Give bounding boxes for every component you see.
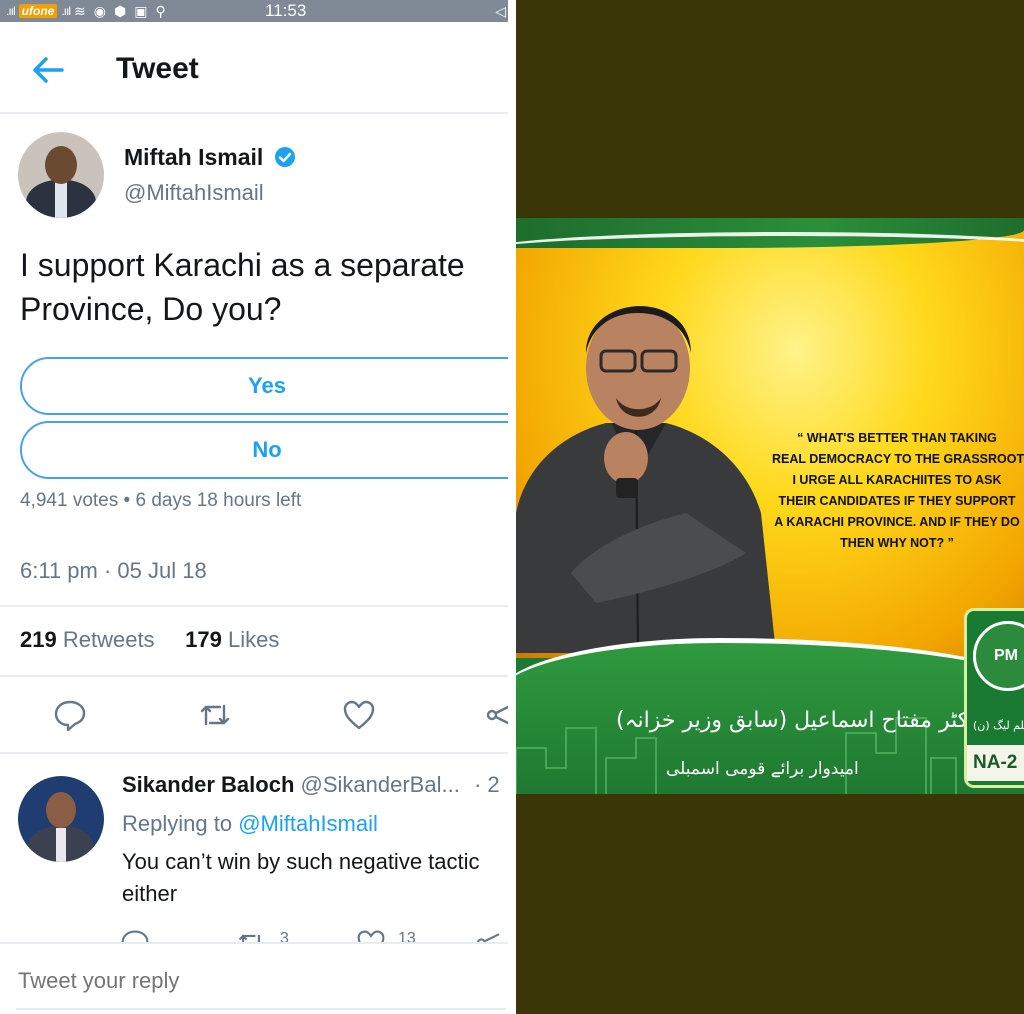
author-name[interactable]: Miftah Ismail <box>124 144 263 171</box>
reply-icon[interactable] <box>120 928 150 943</box>
likes-label[interactable]: Likes <box>228 627 279 652</box>
reply-text: You can’t win by such negative tactic ei… <box>122 846 480 910</box>
quote-line: I URGE ALL KARACHIITES TO ASK <box>792 473 1002 487</box>
tweet-screen: .ııl ufone .ııl ≋ ◉ ⬢ ▣ ⚲ 11:53 ◁ Tweet … <box>0 0 508 1014</box>
share-icon[interactable] <box>476 928 506 943</box>
retweets-label[interactable]: Retweets <box>63 627 155 652</box>
author-avatar[interactable] <box>18 132 104 218</box>
quote-line: A KARACHI PROVINCE. AND IF THEY DO <box>774 515 1020 529</box>
signal-icon: .ııl <box>6 4 16 18</box>
like-icon[interactable] <box>356 928 386 943</box>
candidate-name-urdu: (سابق وزیر خزانہ) ڈاکٹر مفتاح اسماعیل <box>616 708 985 733</box>
page-title: Tweet <box>116 52 199 85</box>
retweet-icon[interactable] <box>236 928 266 943</box>
verified-icon <box>275 147 295 167</box>
reply-author[interactable]: Sikander Baloch @SikanderBal... · 2 <box>122 772 500 798</box>
tweet-text-line1: I support Karachi as a separate <box>20 247 465 283</box>
constituency-label: NA-2 <box>967 745 1024 781</box>
reply-input[interactable] <box>18 968 488 994</box>
candidate-title-urdu: امیدوار برائے قومی اسمبلی <box>666 759 859 779</box>
reply-input-underline <box>16 1008 506 1010</box>
quote-line: “ WHAT'S BETTER THAN TAKING <box>797 431 997 445</box>
header: Tweet <box>0 22 508 114</box>
tweet-text-line2: Province, Do you? <box>20 291 282 327</box>
poll-meta: 4,941 votes • 6 days 18 hours left <box>20 490 301 512</box>
like-icon[interactable] <box>342 698 376 732</box>
replying-to: Replying to @MiftahIsmail <box>122 811 378 837</box>
reply-icon[interactable] <box>53 698 87 732</box>
signal-icon-2: .ııl <box>61 4 71 18</box>
reply-text-line2: either <box>122 881 178 906</box>
reply-action-bar: 3 13 <box>0 925 508 943</box>
retweet-icon[interactable] <box>198 698 232 732</box>
poll-dot: • <box>123 490 136 511</box>
status-bar: .ııl ufone .ııl ≋ ◉ ⬢ ▣ ⚲ 11:53 ◁ <box>0 0 508 22</box>
campaign-poster: “ WHAT'S BETTER THAN TAKING REAL DEMOCRA… <box>516 218 1024 794</box>
image-divider <box>508 0 516 1014</box>
reply-text-line1: You can’t win by such negative tactic <box>122 849 480 874</box>
likes-count[interactable]: 179 <box>185 627 222 652</box>
divider <box>0 675 508 677</box>
tweet-stats: 219 Retweets 179 Likes <box>20 627 279 653</box>
tweet-timestamp: 6:11 pm · 05 Jul 18 <box>20 558 207 583</box>
party-name-urdu: مسلم لیگ (ن) <box>973 719 1024 732</box>
reply-author-handle[interactable]: @SikanderBal... <box>301 772 460 797</box>
poster-panel: “ WHAT'S BETTER THAN TAKING REAL DEMOCRA… <box>516 0 1024 1014</box>
poll-time-left: 6 days 18 hours left <box>135 490 302 511</box>
party-logo: PM <box>973 621 1024 691</box>
replying-to-link[interactable]: @MiftahIsmail <box>238 811 378 836</box>
chrome-icon: ◉ <box>93 2 106 19</box>
poll-option-yes[interactable]: Yes <box>20 357 508 415</box>
reply-avatar[interactable] <box>18 776 104 862</box>
quote-line: THEN WHY NOT? ” <box>840 536 954 550</box>
quote-line: REAL DEMOCRACY TO THE GRASSROOTS <box>772 452 1024 466</box>
poster-quote: “ WHAT'S BETTER THAN TAKING REAL DEMOCRA… <box>772 428 1024 554</box>
replying-prefix: Replying to <box>122 811 233 836</box>
status-time: 11:53 <box>265 1 307 20</box>
wifi-icon: ≋ <box>74 2 86 19</box>
carrier-label: ufone <box>18 4 58 18</box>
person-icon: ⚲ <box>155 2 166 19</box>
share-icon[interactable] <box>486 698 508 732</box>
shield-icon: ⬢ <box>113 2 127 19</box>
poll-option-no[interactable]: No <box>20 421 508 479</box>
divider <box>0 605 508 607</box>
reply-composer <box>0 942 508 1014</box>
candidate-photo <box>516 306 776 653</box>
retweets-count[interactable]: 219 <box>20 627 57 652</box>
poll-votes: 4,941 votes <box>20 490 119 511</box>
party-emblem: PM مسلم لیگ (ن) NA-2 <box>964 608 1024 788</box>
reply-author-name[interactable]: Sikander Baloch <box>122 772 294 797</box>
quote-line: THEIR CANDIDATES IF THEY SUPPORT <box>778 494 1016 508</box>
facebook-icon: ▣ <box>134 2 148 19</box>
reply-time: · 2 <box>473 772 500 797</box>
author-handle[interactable]: @MiftahIsmail <box>124 180 264 206</box>
divider <box>0 752 508 754</box>
tweet-text: I support Karachi as a separate Province… <box>20 243 465 331</box>
back-arrow-icon[interactable] <box>30 52 66 88</box>
location-arrow-icon: ◁ <box>495 3 506 19</box>
poster-swoosh <box>516 232 1024 272</box>
